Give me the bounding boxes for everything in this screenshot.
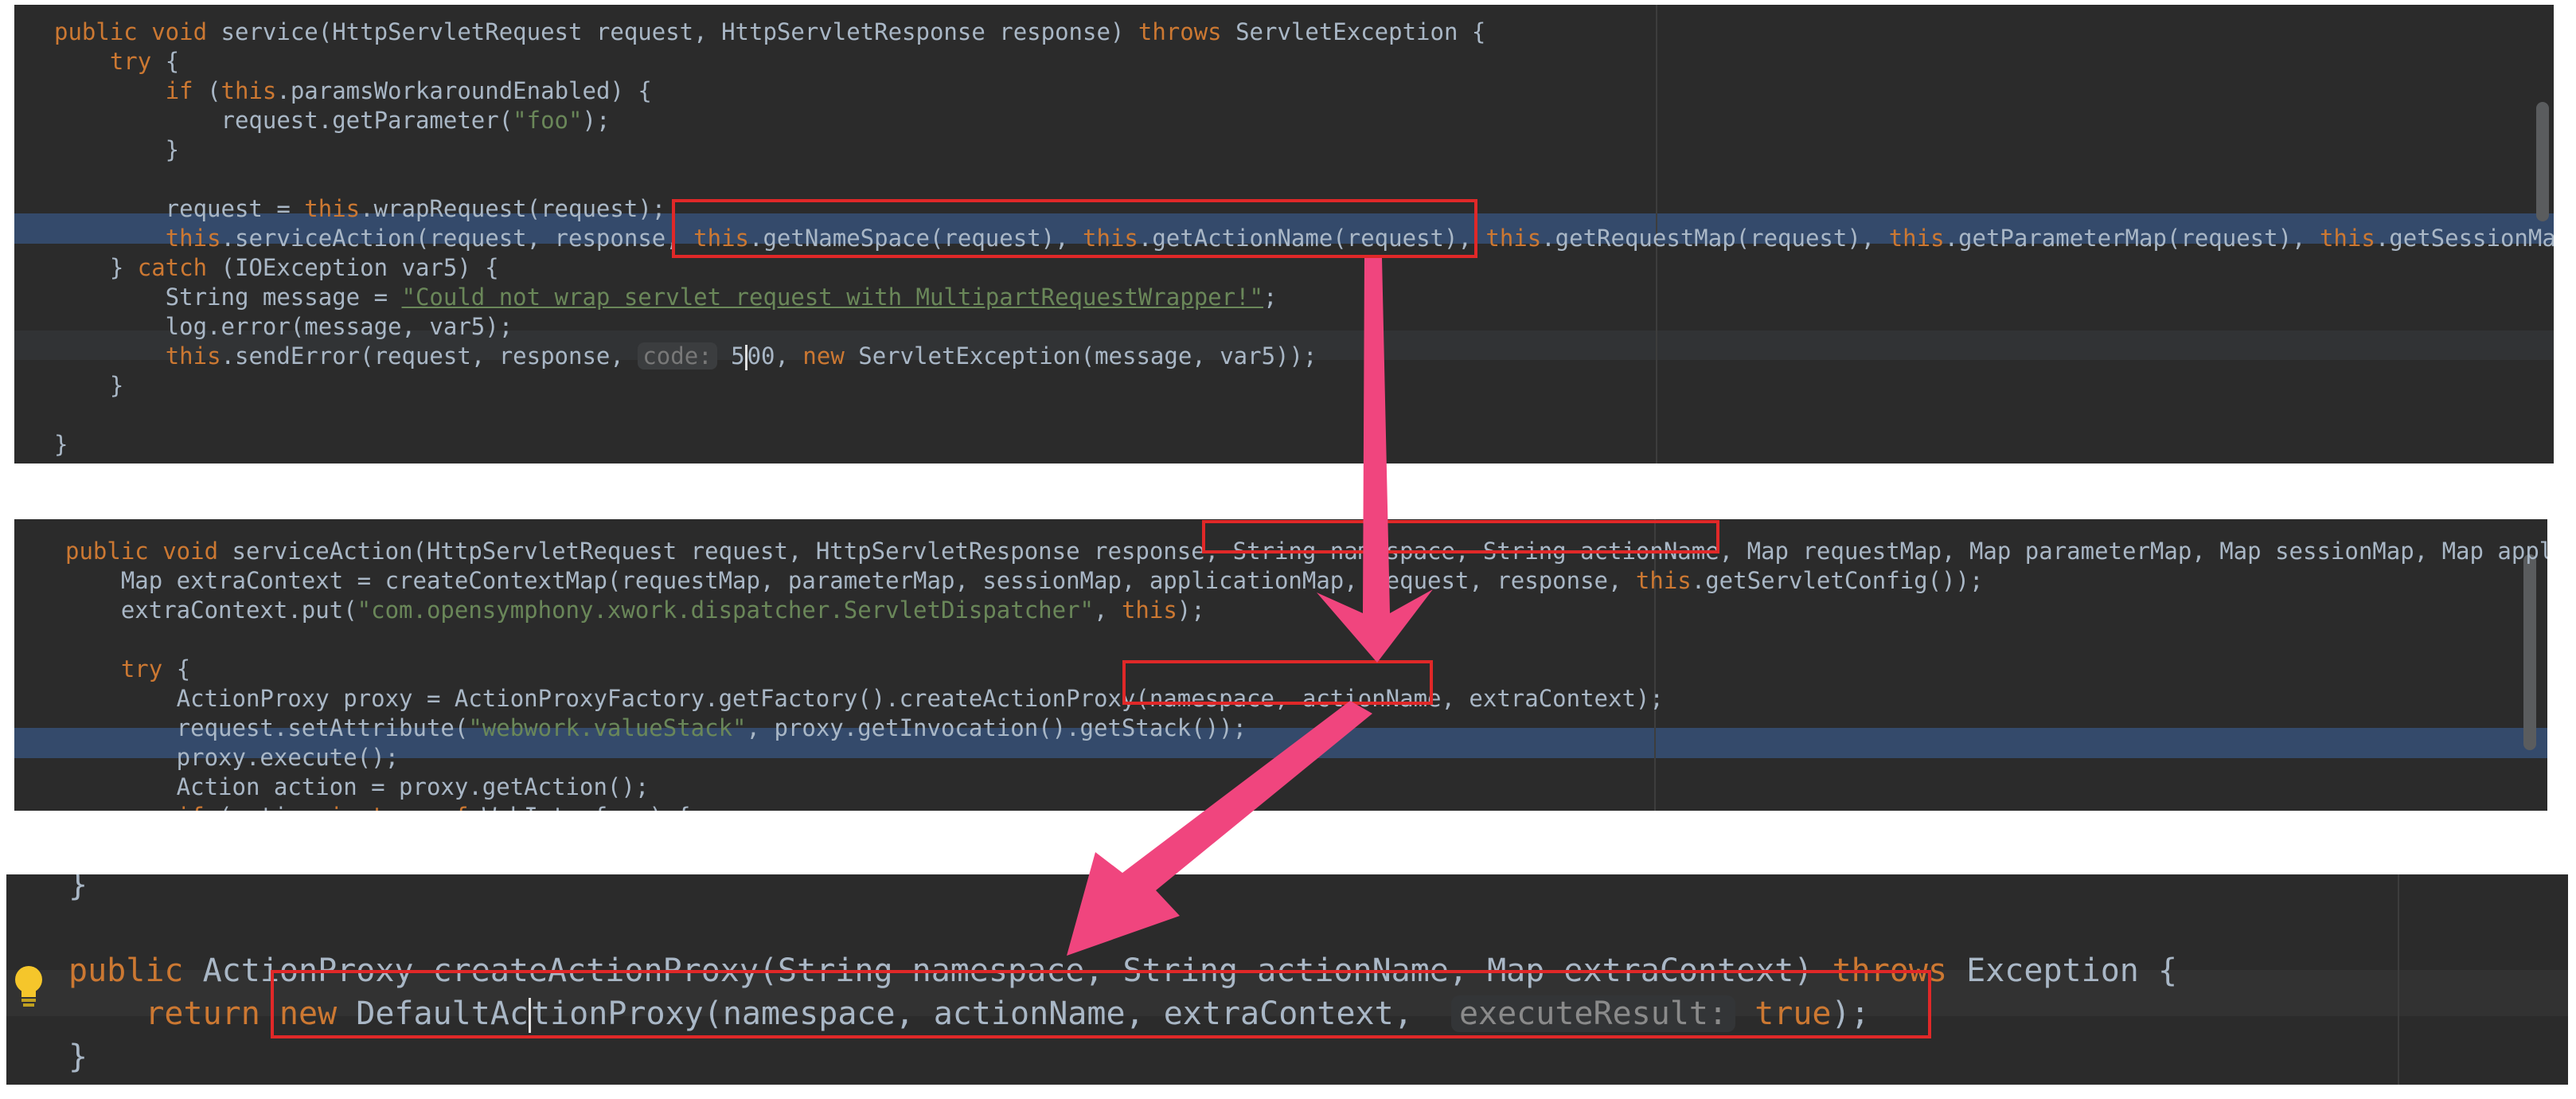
annotation-arrows [1067, 258, 1433, 956]
arrow-down-to-default-action-proxy [1067, 701, 1372, 956]
arrow-down-to-service-action [1317, 258, 1433, 663]
